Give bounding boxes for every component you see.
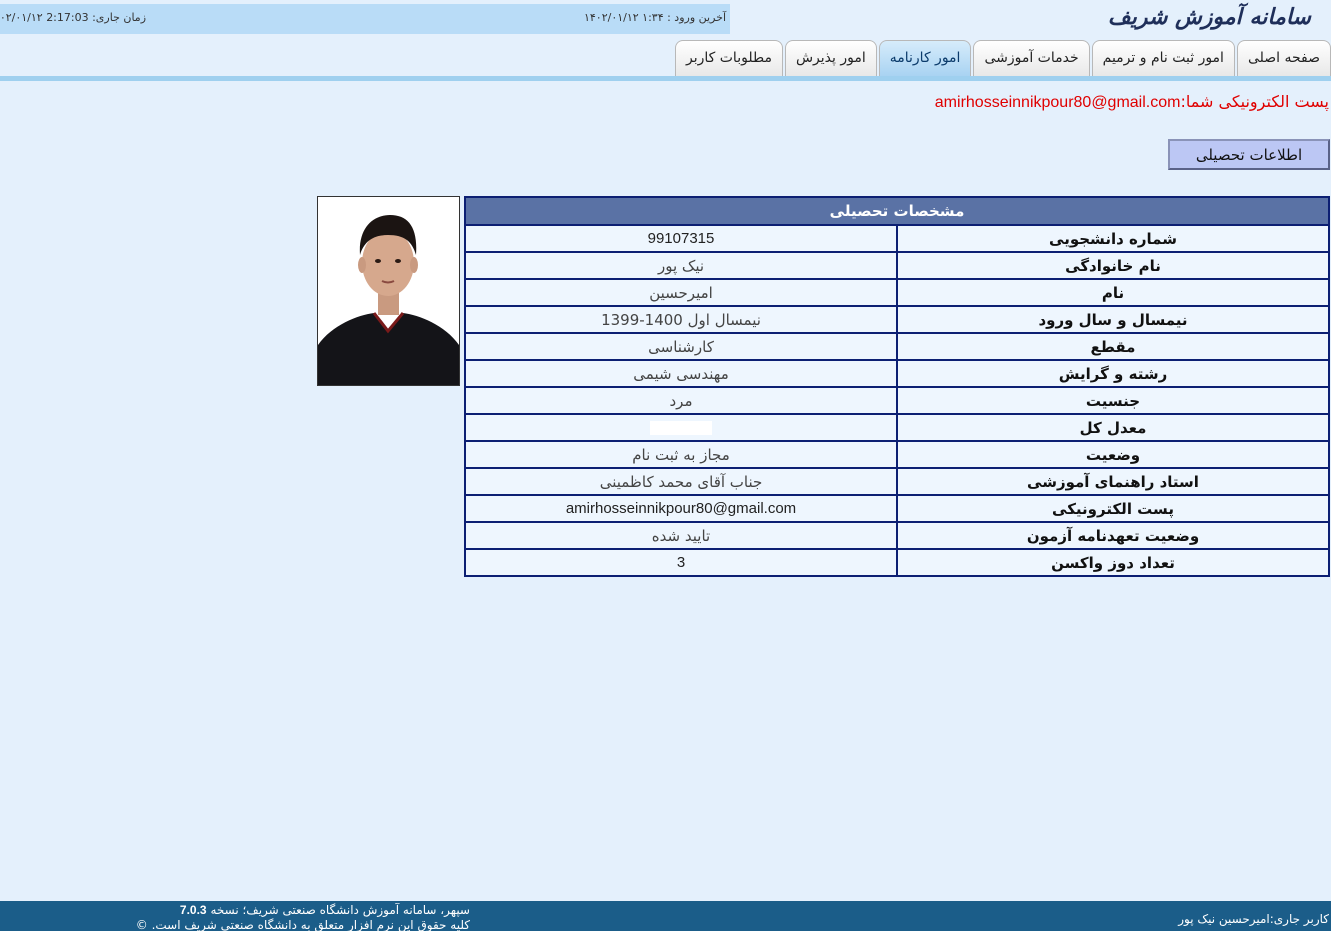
table-row: نام خانوادگی نیک پور [464, 251, 1330, 280]
row-label-email: پست الکترونیکی [896, 494, 1330, 523]
row-value-first-name: امیرحسین [464, 278, 898, 307]
table-row: نام امیرحسین [464, 278, 1330, 307]
table-row: نیمسال و سال ورود نیمسال اول 1400-1399 [464, 305, 1330, 334]
header: سامانه آموزش شریف آخرین ورود : ۱:۳۴ ۱۴۰۲… [0, 0, 1331, 76]
row-value-student-number: 99107315 [464, 224, 898, 253]
footer-version: 7.0.3 [179, 903, 207, 917]
table-row: وضعیت تعهدنامه آزمون تایید شده [464, 521, 1330, 550]
tab-home[interactable]: صفحه اصلی [1236, 40, 1331, 76]
row-value-exam-pledge: تایید شده [464, 521, 898, 550]
row-label-status: وضعیت [896, 440, 1330, 469]
row-value-status: مجاز به ثبت نام [464, 440, 898, 469]
row-value-gpa [464, 413, 898, 442]
table-row: وضعیت مجاز به ثبت نام [464, 440, 1330, 469]
table-row: شماره دانشجویی 99107315 [464, 224, 1330, 253]
row-label-advisor: استاد راهنمای آموزشی [896, 467, 1330, 496]
table-title: مشخصات تحصیلی [464, 196, 1330, 226]
email-notice-prefix: پست الکترونیکی شما: [1180, 92, 1329, 111]
row-label-major: رشته و گرایش [896, 359, 1330, 388]
info-bar: آخرین ورود : ۱:۳۴ ۱۴۰۲/۰۱/۱۲ زمان جاری: … [0, 4, 730, 34]
row-value-last-name: نیک پور [464, 251, 898, 280]
row-value-email: amirhosseinnikpour80@gmail.com [464, 494, 898, 523]
table-row: مقطع کارشناسی [464, 332, 1330, 361]
row-value-vaccine-doses: 3 [464, 548, 898, 577]
row-label-gender: جنسیت [896, 386, 1330, 415]
row-label-gpa: معدل کل [896, 413, 1330, 442]
row-label-exam-pledge: وضعیت تعهدنامه آزمون [896, 521, 1330, 550]
footer-copyright: کلیه حقوق این نرم افزار متعلق به دانشگاه… [135, 918, 470, 931]
row-label-last-name: نام خانوادگی [896, 251, 1330, 280]
tab-user-favorites[interactable]: مطلوبات کاربر [674, 40, 783, 76]
footer-system-text: سپهر، سامانه آموزش دانشگاه صنعتی شریف؛ ن… [210, 903, 470, 917]
education-details-table: مشخصات تحصیلی شماره دانشجویی 99107315 نا… [464, 196, 1330, 577]
row-value-degree: کارشناسی [464, 332, 898, 361]
site-logo[interactable]: سامانه آموزش شریف [1108, 4, 1311, 30]
row-value-gender: مرد [464, 386, 898, 415]
email-notice: پست الکترونیکی شما:amirhosseinnikpour80@… [935, 92, 1329, 112]
email-notice-value: amirhosseinnikpour80@gmail.com [934, 94, 1181, 111]
table-row: جنسیت مرد [464, 386, 1330, 415]
table-row: معدل کل [464, 413, 1330, 442]
table-row: پست الکترونیکی amirhosseinnikpour80@gmai… [464, 494, 1330, 523]
row-label-vaccine-doses: تعداد دوز واکسن [896, 548, 1330, 577]
main-tabs: صفحه اصلی امور ثبت نام و ترمیم خدمات آمو… [674, 40, 1331, 76]
tab-transcript[interactable]: امور کارنامه [878, 40, 972, 76]
tab-educational-services[interactable]: خدمات آموزشی [973, 40, 1090, 76]
student-photo [317, 196, 460, 386]
row-label-entry-term: نیمسال و سال ورود [896, 305, 1330, 334]
row-value-major: مهندسی شیمی [464, 359, 898, 388]
current-time-text: زمان جاری: 2:17:03 ۱۴۰۲/۰۱/۱۲ [0, 11, 146, 24]
row-label-student-number: شماره دانشجویی [896, 224, 1330, 253]
tab-registration[interactable]: امور ثبت نام و ترمیم [1091, 40, 1235, 76]
footer-system-line: سپهر، سامانه آموزش دانشگاه صنعتی شریف؛ ن… [100, 903, 470, 918]
student-portrait-image [318, 197, 459, 385]
row-label-first-name: نام [896, 278, 1330, 307]
footer-current-user: کاربر جاری:امیرحسین نیک پور [1178, 912, 1329, 926]
footer: کاربر جاری:امیرحسین نیک پور سپهر، سامانه… [0, 901, 1331, 931]
table-row: تعداد دوز واکسن 3 [464, 548, 1330, 577]
footer-system-info: سپهر، سامانه آموزش دانشگاه صنعتی شریف؛ ن… [100, 903, 470, 931]
table-row: استاد راهنمای آموزشی جناب آقای محمد کاظم… [464, 467, 1330, 496]
tab-admission[interactable]: امور پذیرش [784, 40, 877, 76]
row-label-degree: مقطع [896, 332, 1330, 361]
education-info-button[interactable]: اطلاعات تحصیلی [1168, 139, 1330, 170]
gpa-mask [650, 421, 712, 435]
row-value-entry-term: نیمسال اول 1400-1399 [464, 305, 898, 334]
header-divider [0, 76, 1331, 81]
last-login-text: آخرین ورود : ۱:۳۴ ۱۴۰۲/۰۱/۱۲ [583, 11, 726, 24]
row-value-advisor: جناب آقای محمد کاظمینی [464, 467, 898, 496]
table-row: رشته و گرایش مهندسی شیمی [464, 359, 1330, 388]
